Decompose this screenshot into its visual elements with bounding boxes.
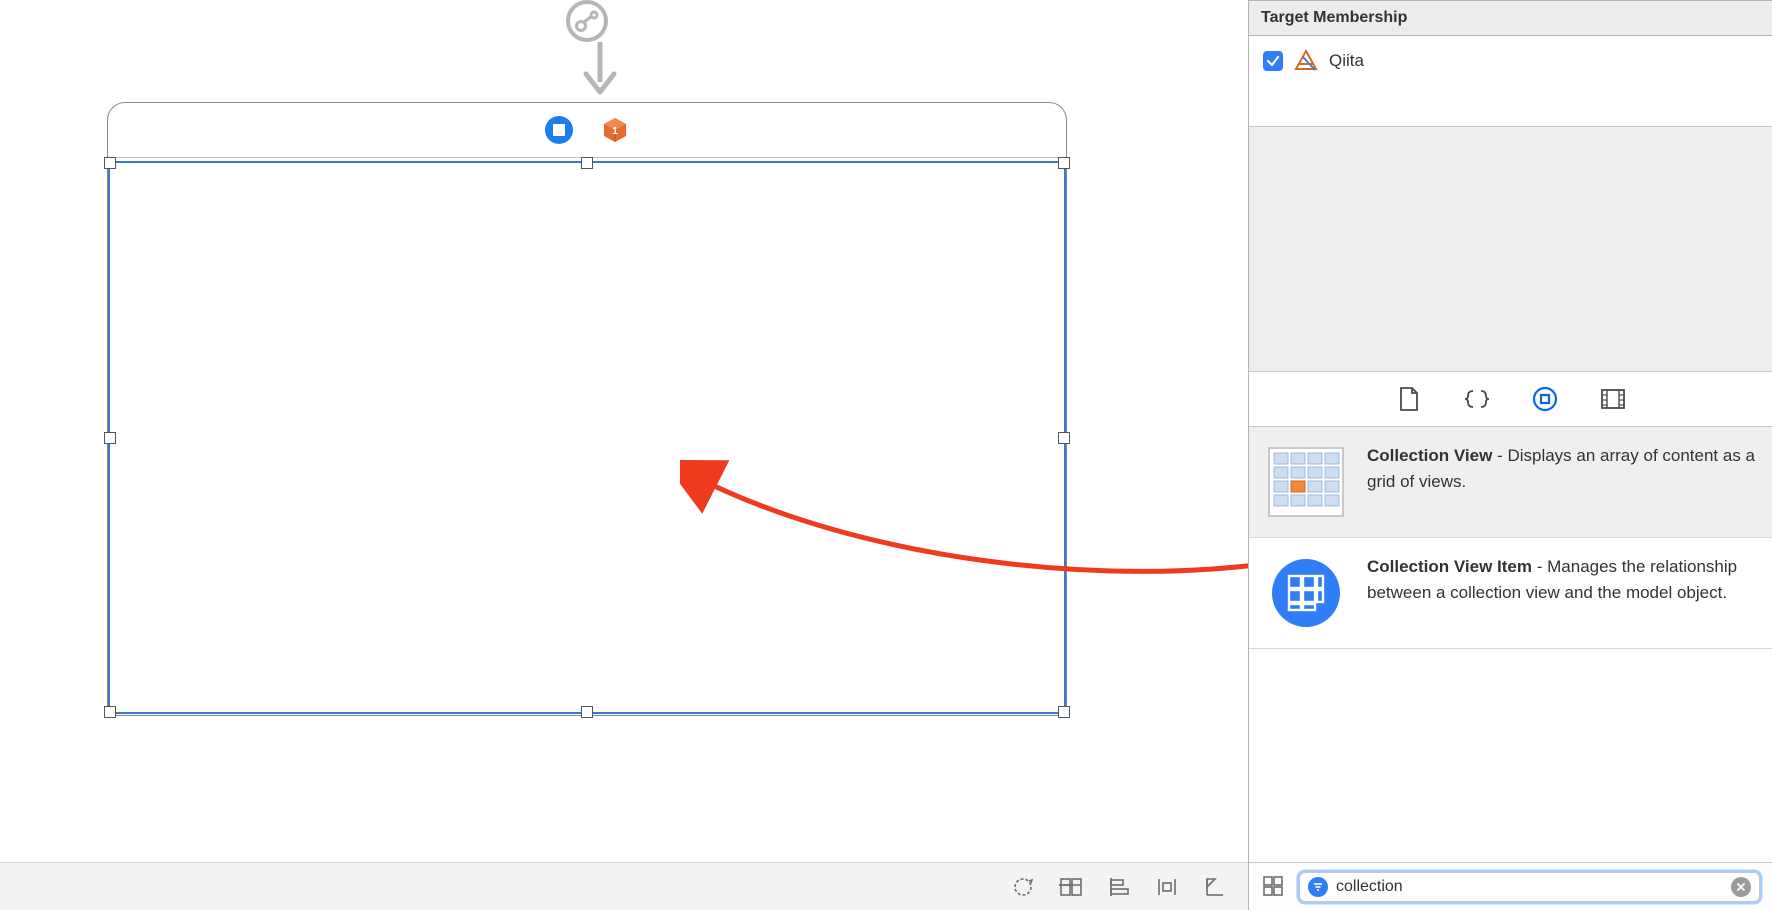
resolve-issues-icon[interactable] <box>1202 874 1228 900</box>
library-item-title: Collection View <box>1367 446 1492 465</box>
search-filter-icon[interactable] <box>1308 877 1328 897</box>
target-membership-header: Target Membership <box>1249 0 1772 36</box>
library-item-collection-view[interactable]: Collection View - Displays an array of c… <box>1249 427 1772 538</box>
app-icon <box>1293 48 1319 74</box>
target-membership-row[interactable]: Qiita <box>1249 36 1772 86</box>
library-search-input[interactable] <box>1336 878 1723 896</box>
library-tab-object-icon[interactable] <box>1531 385 1559 413</box>
scene-dock-icon <box>559 0 615 42</box>
resize-handle[interactable] <box>104 157 116 169</box>
library-grid-toggle-icon[interactable] <box>1261 874 1287 900</box>
search-clear-icon[interactable] <box>1731 877 1751 897</box>
collection-view-icon <box>1263 443 1349 521</box>
library-item-collection-view-item[interactable]: Collection View Item - Manages the relat… <box>1249 538 1772 649</box>
library-tabs <box>1249 371 1772 427</box>
resize-handle[interactable] <box>1058 432 1070 444</box>
exit-icon[interactable]: 1 <box>601 116 629 144</box>
inspector-panel: Target Membership Qiita <box>1248 0 1772 910</box>
target-name: Qiita <box>1329 51 1364 71</box>
library-tab-file-template-icon[interactable] <box>1395 385 1423 413</box>
resize-handle[interactable] <box>104 706 116 718</box>
library-search-wrap[interactable] <box>1299 872 1760 902</box>
collection-view-item-icon <box>1263 554 1349 632</box>
library-tab-media-icon[interactable] <box>1599 385 1627 413</box>
library-item-title: Collection View Item <box>1367 557 1532 576</box>
resize-handle[interactable] <box>1058 706 1070 718</box>
svg-text:1: 1 <box>612 126 618 137</box>
inspector-empty-area <box>1249 126 1772 371</box>
initial-vc-arrow-icon <box>580 42 620 100</box>
embed-in-icon[interactable] <box>1058 874 1084 900</box>
resize-handle[interactable] <box>581 706 593 718</box>
object-library-list[interactable]: Collection View - Displays an array of c… <box>1249 427 1772 862</box>
view-controller-titlebar: 1 <box>108 103 1066 158</box>
first-responder-icon[interactable] <box>545 116 573 144</box>
library-search-bar <box>1249 862 1772 910</box>
resize-handle[interactable] <box>104 432 116 444</box>
selected-view[interactable] <box>108 161 1066 714</box>
update-frames-icon[interactable] <box>1010 874 1036 900</box>
resize-handle[interactable] <box>1058 157 1070 169</box>
library-tab-code-snippet-icon[interactable] <box>1463 385 1491 413</box>
canvas-bottom-toolbar <box>0 862 1248 910</box>
target-checkbox[interactable] <box>1263 51 1283 71</box>
library-item-text: Collection View Item - Manages the relat… <box>1367 554 1758 632</box>
library-item-text: Collection View - Displays an array of c… <box>1367 443 1758 521</box>
pin-icon[interactable] <box>1154 874 1180 900</box>
resize-handle[interactable] <box>581 157 593 169</box>
align-icon[interactable] <box>1106 874 1132 900</box>
interface-builder-canvas[interactable]: 1 <box>0 0 1248 910</box>
